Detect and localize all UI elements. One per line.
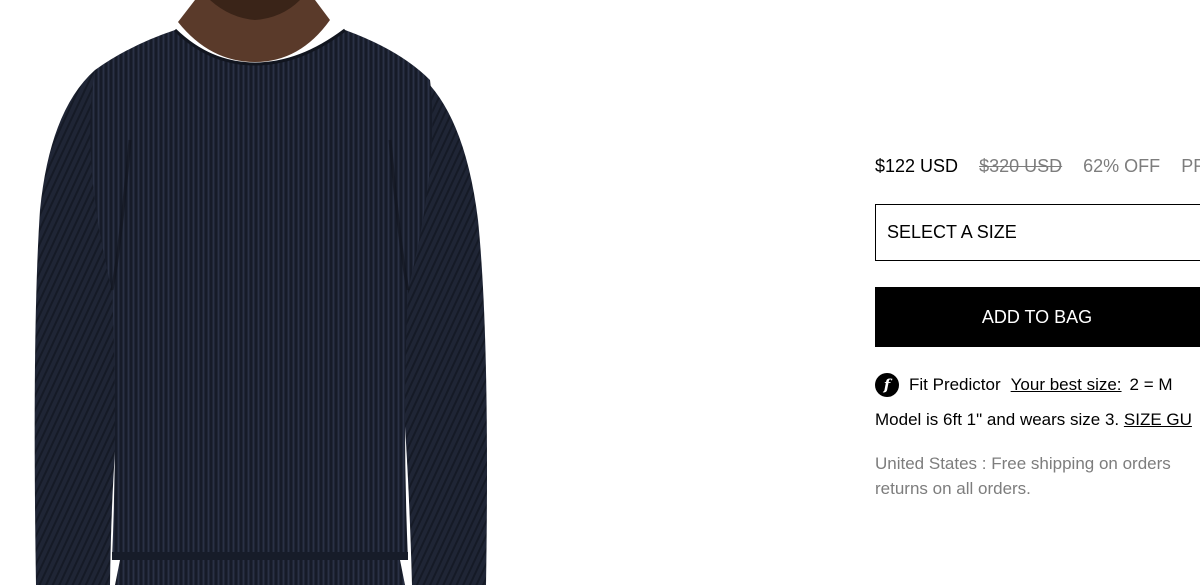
- model-info-text: Model is 6ft 1" and wears size 3.: [875, 410, 1120, 429]
- product-image: [0, 0, 520, 585]
- shipping-info: United States : Free shipping on orders …: [875, 451, 1200, 501]
- size-select[interactable]: SELECT A SIZE: [875, 204, 1200, 261]
- discount-badge: 62% OFF: [1083, 156, 1161, 176]
- size-guide-link[interactable]: SIZE GU: [1124, 410, 1192, 429]
- price-current: $122 USD: [875, 156, 959, 176]
- private-sale-label: PRIV: [1181, 156, 1200, 176]
- price-original: $320 USD: [979, 156, 1063, 176]
- shipping-line-1: United States : Free shipping on orders: [875, 454, 1171, 473]
- best-size-value: 2 = M: [1129, 375, 1173, 394]
- size-select-label: SELECT A SIZE: [887, 222, 1017, 242]
- product-info-panel: $122 USD $320 USD 62% OFF PRIV SELECT A …: [875, 0, 1200, 585]
- fit-predictor-label: Fit Predictor: [909, 375, 1001, 394]
- fit-predictor-f-icon: f: [875, 373, 899, 397]
- best-size-link[interactable]: Your best size:: [1011, 375, 1122, 395]
- model-info: Model is 6ft 1" and wears size 3. SIZE G…: [875, 410, 1192, 430]
- add-to-bag-label: ADD TO BAG: [981, 306, 1093, 327]
- add-to-bag-button[interactable]: ADD TO BAG: [875, 287, 1200, 347]
- shipping-line-2: returns on all orders.: [875, 479, 1031, 498]
- fit-predictor: f Fit Predictor Your best size: 2 = M: [875, 373, 1173, 397]
- price-row: $122 USD $320 USD 62% OFF PRIV: [875, 155, 1200, 177]
- product-page: $122 USD $320 USD 62% OFF PRIV SELECT A …: [0, 0, 1200, 585]
